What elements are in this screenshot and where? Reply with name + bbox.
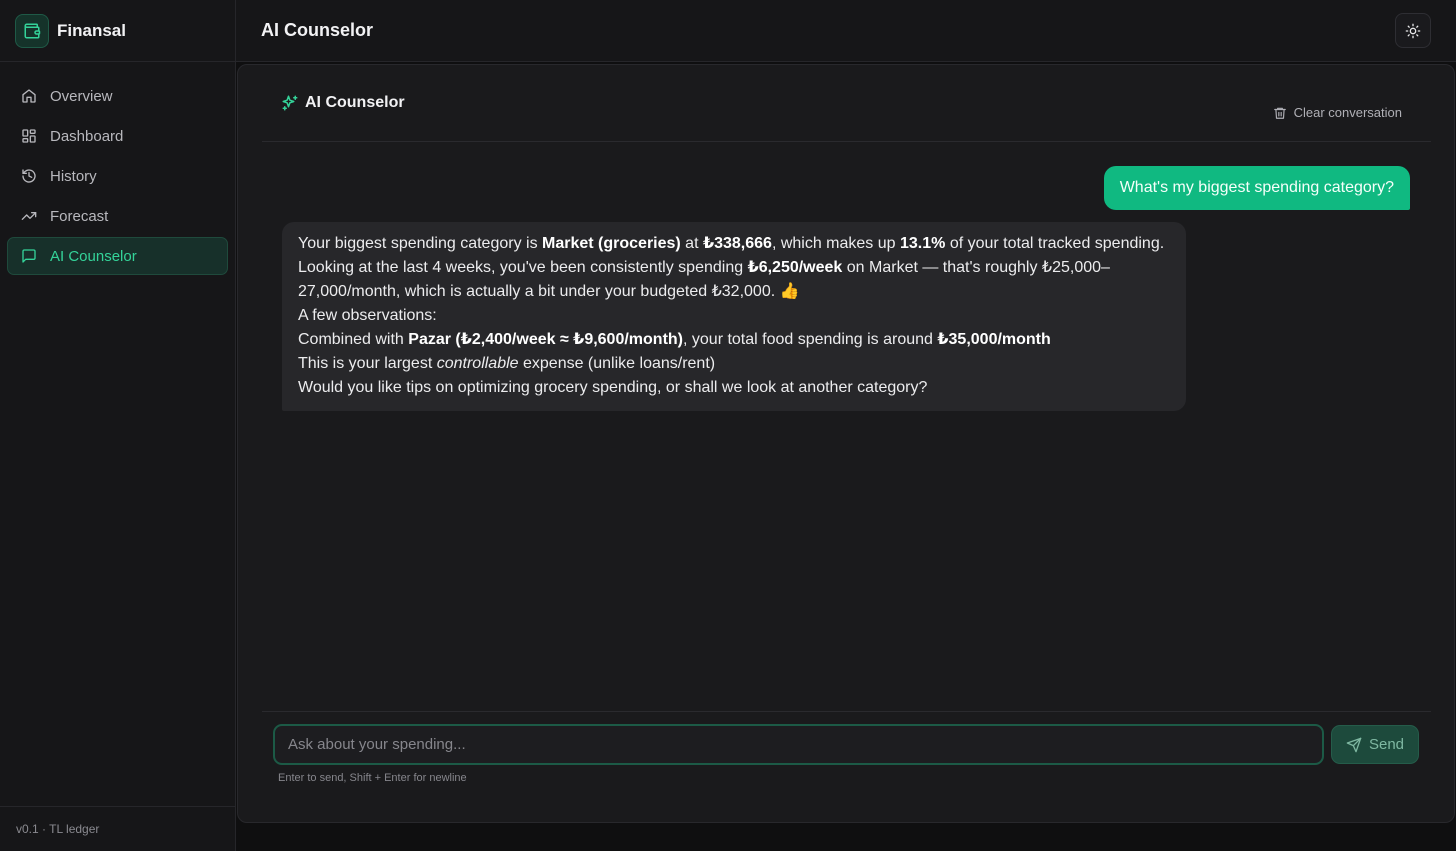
composer-hint: Enter to send, Shift + Enter for newline <box>278 772 467 784</box>
brand[interactable]: Finansal <box>0 0 235 62</box>
history-icon <box>21 168 37 184</box>
top-bar: AI Counselor <box>236 0 1456 62</box>
sidebar: Finansal Overview Dashboard History Fore… <box>0 0 236 851</box>
sidebar-item-ai-counselor[interactable]: AI Counselor <box>7 237 228 275</box>
theme-toggle-button[interactable] <box>1395 13 1431 48</box>
assistant-message-bubble: Your biggest spending category is Market… <box>282 222 1186 411</box>
clear-conversation-label: Clear conversation <box>1293 105 1402 120</box>
assistant-message-paragraph: Would you like tips on optimizing grocer… <box>298 379 928 396</box>
wallet-icon <box>15 13 49 48</box>
send-button[interactable]: Send <box>1331 725 1419 764</box>
chat-title: AI Counselor <box>305 94 405 111</box>
chat-input[interactable] <box>273 724 1324 765</box>
version-label: v0.1 · TL ledger <box>0 806 235 851</box>
composer-divider <box>262 711 1431 712</box>
chat-panel: AI Counselor Clear conversation What's m… <box>237 64 1455 823</box>
send-icon <box>1346 737 1362 753</box>
assistant-message-paragraph: Combined with Pazar (₺2,400/week ≈ ₺9,60… <box>298 331 1051 348</box>
assistant-message-paragraph: Your biggest spending category is Market… <box>298 235 1165 252</box>
trending-up-icon <box>21 208 37 224</box>
sidebar-item-forecast[interactable]: Forecast <box>7 197 228 235</box>
assistant-message-paragraph: A few observations: <box>298 307 437 324</box>
sidebar-item-overview[interactable]: Overview <box>7 77 228 115</box>
home-icon <box>21 88 37 104</box>
sidebar-item-label: AI Counselor <box>50 247 137 265</box>
message-square-icon <box>21 248 37 264</box>
user-message-bubble: What's my biggest spending category? <box>1103 166 1410 210</box>
sidebar-nav: Overview Dashboard History Forecast AI C… <box>0 62 235 275</box>
send-label: Send <box>1368 736 1405 753</box>
sidebar-item-label: Overview <box>50 87 113 105</box>
sidebar-item-label: Dashboard <box>50 127 124 145</box>
assistant-message-paragraph: This is your largest controllable expens… <box>298 355 716 372</box>
sun-icon <box>1405 23 1421 39</box>
sidebar-item-history[interactable]: History <box>7 157 228 195</box>
sidebar-item-label: Forecast <box>50 207 109 225</box>
chat-header: AI Counselor Clear conversation <box>262 65 1431 142</box>
app-name: Finansal <box>57 20 126 40</box>
sparkles-icon <box>281 94 299 112</box>
clear-conversation-button[interactable]: Clear conversation <box>1273 105 1402 120</box>
page-title: AI Counselor <box>261 20 374 40</box>
assistant-message-paragraph: Looking at the last 4 weeks, you've been… <box>298 259 1110 300</box>
sidebar-item-dashboard[interactable]: Dashboard <box>7 117 228 155</box>
sidebar-item-label: History <box>50 167 97 185</box>
trash-icon <box>1273 106 1287 120</box>
grid-icon <box>21 128 37 144</box>
